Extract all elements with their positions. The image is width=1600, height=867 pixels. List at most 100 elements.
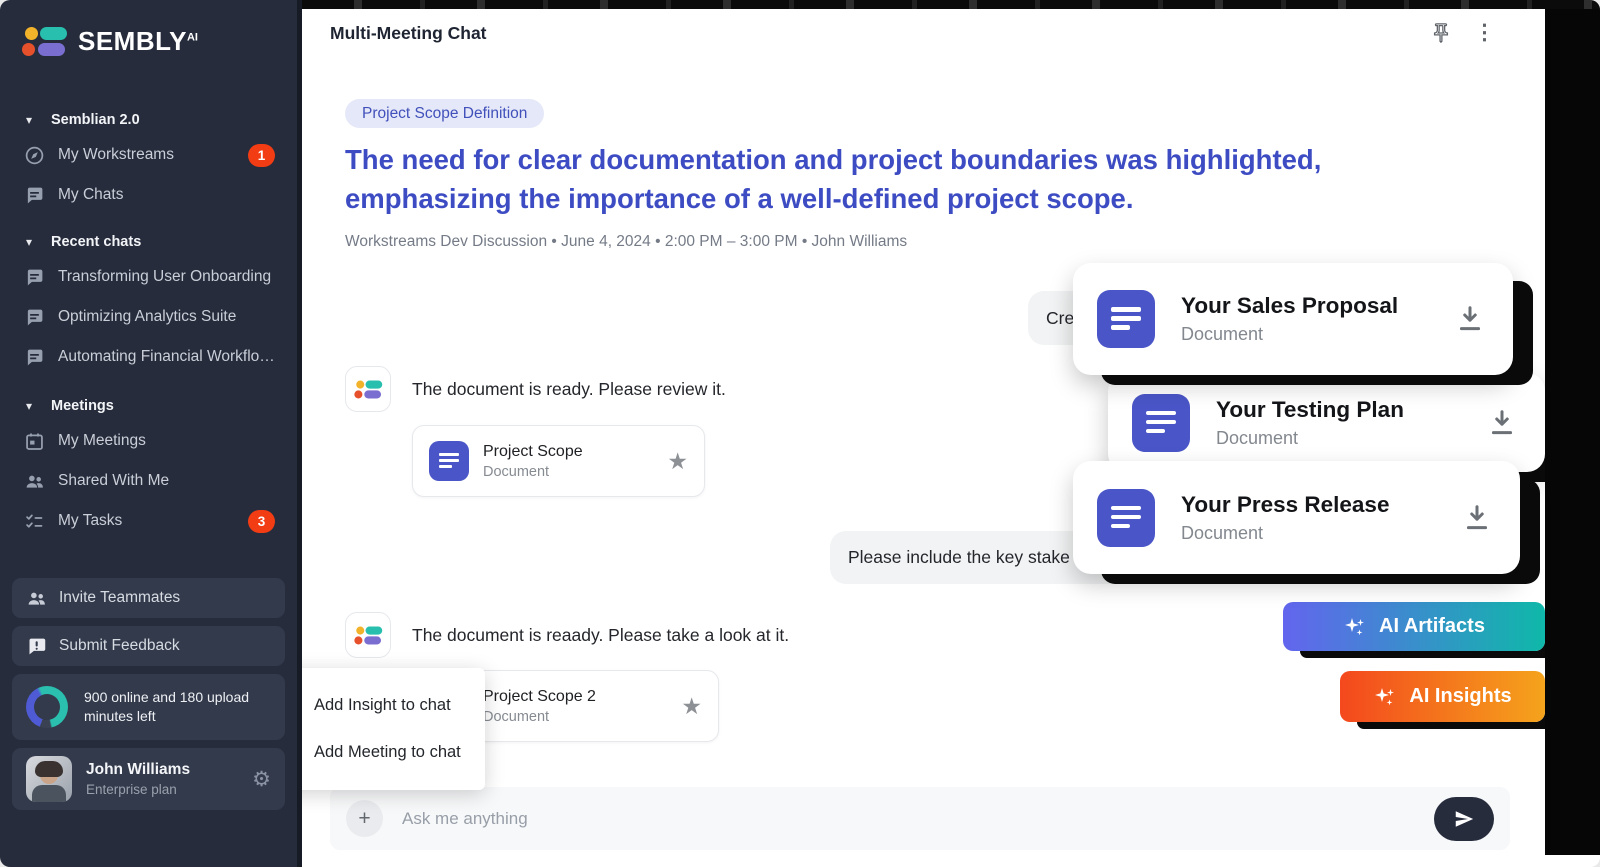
- sidebar-item-label: My Meetings: [58, 432, 146, 450]
- star-icon[interactable]: ★: [681, 693, 702, 720]
- composer-bar: +: [330, 787, 1510, 850]
- feedback-icon: [26, 636, 47, 657]
- bot-avatar: [345, 366, 391, 412]
- sembly-logo-icon: [354, 625, 381, 644]
- group-label: Meetings: [51, 398, 114, 414]
- minutes-label: 900 online and 180 upload minutes left: [84, 688, 271, 726]
- workstreams-badge: 1: [248, 144, 275, 167]
- sidebar-item-label: Transforming User Onboarding: [58, 268, 271, 286]
- artifact-title: Your Sales Proposal: [1181, 293, 1398, 319]
- user-name: John Williams: [86, 761, 190, 779]
- artifact-title: Your Testing Plan: [1216, 397, 1404, 423]
- bot-message-1: The document is ready. Please review it.: [345, 366, 726, 412]
- sidebar-item-label: My Tasks: [58, 512, 122, 530]
- bot-message-2: The document is reaady. Please take a lo…: [345, 612, 789, 658]
- artifact-card-sales-proposal[interactable]: Your Sales Proposal Document: [1073, 263, 1513, 375]
- artifact-type: Document: [1216, 428, 1404, 449]
- sidebar-item-my-chats[interactable]: My Chats: [24, 178, 297, 212]
- artifact-card-press-release[interactable]: Your Press Release Document: [1073, 461, 1520, 574]
- sidebar-item-recent-chat-3[interactable]: Automating Financial Workflo…: [24, 340, 297, 374]
- sidebar-item-my-workstreams[interactable]: My Workstreams 1: [24, 138, 297, 172]
- sidebar-item-my-tasks[interactable]: My Tasks 3: [24, 504, 297, 538]
- chat-icon: [24, 267, 45, 288]
- chevron-down-icon: ▾: [26, 113, 38, 127]
- sidebar-item-label: My Chats: [58, 186, 123, 204]
- people-icon: [26, 588, 47, 609]
- pin-icon[interactable]: [1430, 22, 1452, 44]
- ai-artifacts-button[interactable]: AI Artifacts: [1283, 602, 1545, 651]
- artifact-type: Document: [1181, 324, 1398, 345]
- menu-item-label: Add Insight to chat: [314, 696, 451, 715]
- feedback-label: Submit Feedback: [59, 637, 180, 655]
- page-title: Multi-Meeting Chat: [330, 23, 487, 44]
- calendar-icon: [24, 431, 45, 452]
- more-menu-icon[interactable]: ⋮: [1474, 22, 1495, 44]
- chat-icon: [24, 347, 45, 368]
- bot-avatar: [345, 612, 391, 658]
- group-header-meetings[interactable]: ▾ Meetings: [26, 394, 297, 418]
- gear-icon[interactable]: ⚙: [252, 767, 271, 792]
- people-icon: [24, 471, 45, 492]
- attach-plus-button[interactable]: +: [346, 800, 383, 837]
- document-title: Project Scope 2: [483, 688, 596, 706]
- compass-icon: [24, 145, 45, 166]
- sidebar-item-my-meetings[interactable]: My Meetings: [24, 424, 297, 458]
- artifact-title: Your Press Release: [1181, 492, 1389, 518]
- group-label: Recent chats: [51, 234, 141, 250]
- chevron-down-icon: ▾: [26, 399, 38, 413]
- brand-logo: SEMBLYAI: [22, 20, 297, 62]
- sidebar-item-label: Automating Financial Workflo…: [58, 348, 275, 366]
- minutes-left-card: 900 online and 180 upload minutes left: [12, 674, 285, 740]
- mockup-right-edge: [1545, 0, 1600, 855]
- brand-name: SEMBLYAI: [78, 26, 198, 57]
- invite-teammates-button[interactable]: Invite Teammates: [12, 578, 285, 618]
- artifact-card-testing-plan[interactable]: Your Testing Plan Document: [1108, 373, 1545, 472]
- download-icon[interactable]: [1462, 503, 1492, 533]
- star-icon[interactable]: ★: [667, 448, 688, 475]
- chat-icon: [24, 307, 45, 328]
- document-icon: [429, 441, 469, 481]
- submit-feedback-button[interactable]: Submit Feedback: [12, 626, 285, 666]
- send-icon: [1453, 808, 1475, 830]
- sembly-logo-icon: [354, 379, 381, 398]
- download-icon[interactable]: [1487, 408, 1517, 438]
- group-header-semblian[interactable]: ▾ Semblian 2.0: [26, 108, 297, 132]
- send-button[interactable]: [1434, 797, 1494, 841]
- document-title: Project Scope: [483, 443, 583, 461]
- sidebar-item-label: Optimizing Analytics Suite: [58, 308, 236, 326]
- document-card-project-scope[interactable]: Project Scope Document ★: [412, 425, 705, 497]
- tasks-badge: 3: [248, 510, 275, 533]
- main-panel: Multi-Meeting Chat ⋮ Project Scope Defin…: [302, 0, 1600, 867]
- ai-insights-label: AI Insights: [1409, 685, 1511, 708]
- document-type: Document: [483, 464, 583, 480]
- sidebar-item-recent-chat-2[interactable]: Optimizing Analytics Suite: [24, 300, 297, 334]
- menu-item-label: Add Meeting to chat: [314, 743, 461, 762]
- app-window: SEMBLYAI ▾ Semblian 2.0 My Workstreams 1…: [0, 0, 1600, 867]
- bot-message-text: The document is ready. Please review it.: [412, 379, 726, 400]
- sparkle-icon: [1373, 685, 1397, 709]
- user-message-text: Please include the key stake: [848, 547, 1070, 568]
- sparkle-icon: [1343, 615, 1367, 639]
- sidebar-item-recent-chat-1[interactable]: Transforming User Onboarding: [24, 260, 297, 294]
- sidebar-item-label: Shared With Me: [58, 472, 169, 490]
- thread-meta: Workstreams Dev Discussion • June 4, 202…: [345, 233, 907, 251]
- user-plan: Enterprise plan: [86, 782, 190, 797]
- minutes-progress-ring: [26, 686, 68, 728]
- document-icon: [1097, 489, 1155, 547]
- sidebar-item-shared-with-me[interactable]: Shared With Me: [24, 464, 297, 498]
- download-icon[interactable]: [1455, 304, 1485, 334]
- topic-tag[interactable]: Project Scope Definition: [345, 99, 544, 128]
- thread-headline: The need for clear documentation and pro…: [345, 140, 1465, 218]
- group-header-recent-chats[interactable]: ▾ Recent chats: [26, 230, 297, 254]
- user-profile-card[interactable]: John Williams Enterprise plan ⚙: [12, 748, 285, 810]
- ai-insights-button[interactable]: AI Insights: [1340, 671, 1545, 722]
- ask-input[interactable]: [402, 809, 1434, 829]
- sembly-logo-icon: [22, 26, 66, 57]
- chevron-down-icon: ▾: [26, 235, 38, 249]
- invite-label: Invite Teammates: [59, 589, 180, 607]
- bot-message-text: The document is reaady. Please take a lo…: [412, 625, 789, 646]
- ai-artifacts-label: AI Artifacts: [1379, 615, 1485, 638]
- document-icon: [1132, 394, 1190, 452]
- tasks-icon: [24, 511, 45, 532]
- chat-icon: [24, 185, 45, 206]
